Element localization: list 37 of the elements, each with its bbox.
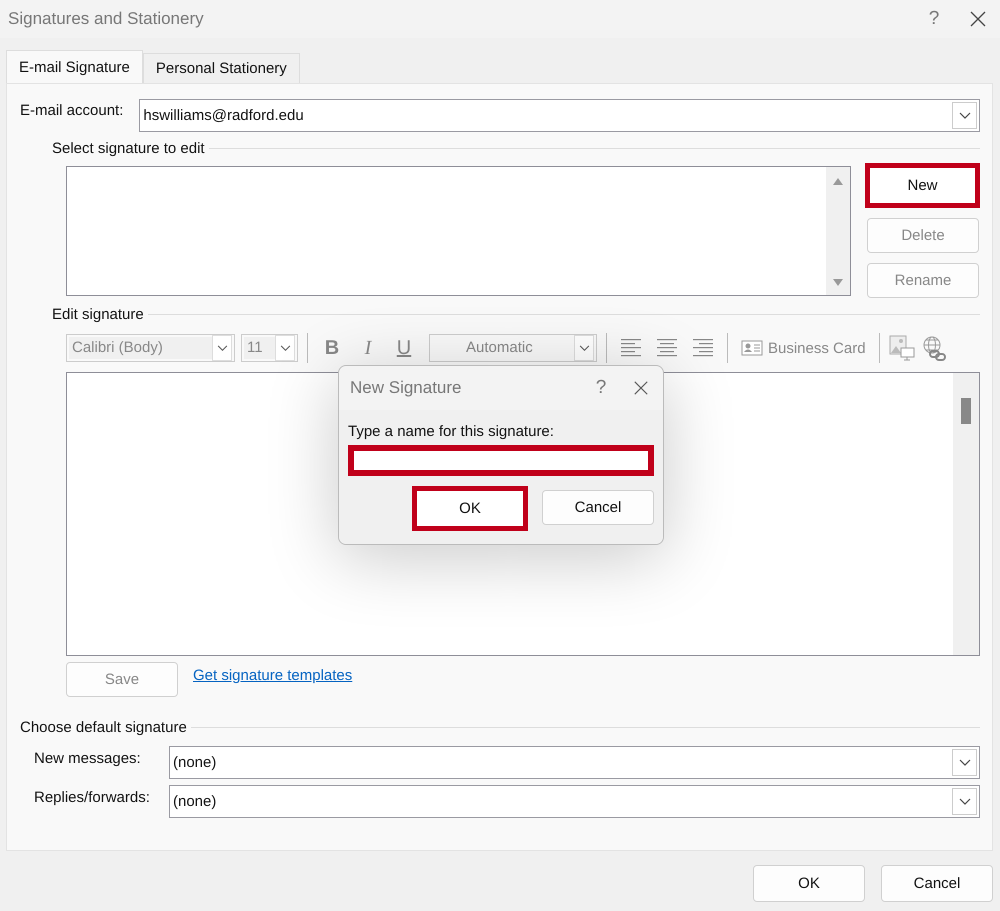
account-dropdown[interactable]: hswilliams@radford.edu <box>139 99 980 132</box>
tab[interactable]: E-mail Signature <box>6 50 143 83</box>
chevron-icon <box>952 102 977 129</box>
close-icon <box>969 10 987 28</box>
scrollbar[interactable] <box>826 167 850 295</box>
field-label: New messages: <box>34 750 142 767</box>
chevron-icon <box>952 749 977 776</box>
contact-card-icon <box>741 339 763 357</box>
name-field[interactable] <box>348 445 654 476</box>
dialog-button[interactable]: Cancel <box>881 865 993 902</box>
section-heading: Edit signature <box>52 306 144 323</box>
dialog-button[interactable]: Cancel <box>542 490 654 525</box>
dialog-title: New Signature <box>350 378 463 398</box>
close-icon <box>633 380 649 396</box>
dialog-button[interactable]: OK <box>753 865 865 902</box>
scroll-thumb[interactable] <box>961 398 971 424</box>
dialog-button[interactable]: OK <box>412 486 528 531</box>
chevron-icon <box>574 335 594 361</box>
section-heading: Choose default signature <box>20 719 187 736</box>
window-title: Signatures and Stationery <box>8 9 205 29</box>
signature-button[interactable]: New <box>865 163 980 208</box>
scrollbar[interactable] <box>953 373 979 655</box>
field-label: Replies/forwards: <box>34 789 151 806</box>
scroll-down-icon[interactable] <box>832 278 844 287</box>
scroll-up-icon[interactable] <box>832 177 844 186</box>
help-button[interactable]: ? <box>912 4 956 34</box>
tab[interactable]: Personal Stationery <box>142 53 300 83</box>
chevron-icon <box>212 335 232 361</box>
signature-dropdown[interactable]: (none) <box>169 785 980 818</box>
chevron-icon <box>952 788 977 815</box>
section-heading: Select signature to edit <box>52 140 205 157</box>
signature-dropdown[interactable]: (none) <box>169 746 980 779</box>
chevron-icon <box>275 335 295 361</box>
help-button[interactable]: ? <box>583 373 619 403</box>
field-label: E-mail account: <box>20 102 124 119</box>
templates-link[interactable]: Get signature templates <box>193 667 352 684</box>
prompt-label: Type a name for this signature: <box>348 423 555 440</box>
